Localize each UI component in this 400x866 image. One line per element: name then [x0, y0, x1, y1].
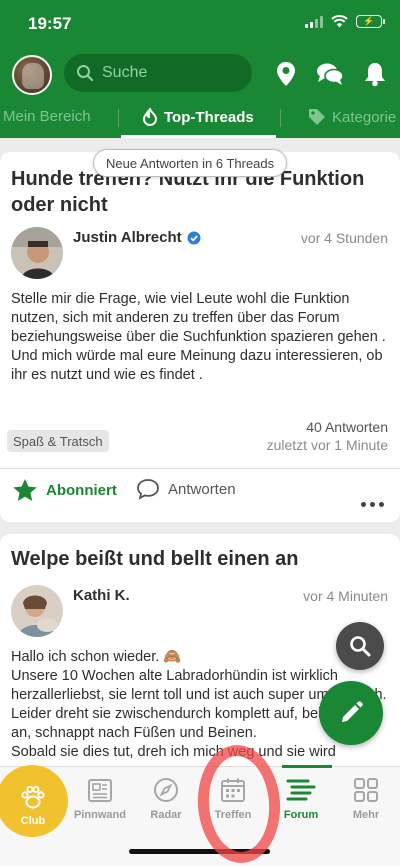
battery-icon: ⚡: [356, 15, 385, 28]
tab-top-threads-label: Top-Threads: [164, 108, 254, 126]
nav-radar-label: Radar: [150, 809, 182, 821]
post-time: vor 4 Minuten: [303, 588, 388, 604]
tab-divider: [280, 109, 281, 127]
search-placeholder: Suche: [102, 64, 148, 81]
nav-club-label: Club: [20, 815, 46, 827]
new-thread-fab[interactable]: [319, 681, 383, 745]
tab-kategorien-label: Kategorie: [332, 108, 397, 126]
active-nav-indicator: [282, 765, 332, 768]
post-body[interactable]: Stelle mir die Frage, wie viel Leute woh…: [11, 290, 389, 385]
nav-mehr-label: Mehr: [352, 809, 380, 821]
reply-label: Antworten: [168, 480, 236, 498]
grid-icon: [354, 778, 378, 802]
nav-club[interactable]: Club: [0, 785, 66, 827]
status-bar: 19:57 ⚡: [0, 0, 400, 46]
author-photo: [11, 585, 63, 637]
paw-icon: [21, 785, 45, 809]
author-name-label: Kathi K.: [73, 587, 130, 604]
nav-mehr[interactable]: Mehr: [333, 777, 399, 821]
nav-radar[interactable]: Radar: [133, 777, 199, 821]
author-name-label: Justin Albrecht: [73, 229, 182, 246]
star-icon: [13, 479, 37, 501]
nav-pinnwand-label: Pinnwand: [74, 809, 126, 821]
status-icons: ⚡: [305, 15, 385, 28]
subscribed-button[interactable]: Abonniert: [12, 478, 117, 502]
nav-pinnwand[interactable]: Pinnwand: [67, 777, 133, 821]
location-pin-icon[interactable]: [276, 61, 296, 87]
top-bar: Suche: [0, 46, 400, 102]
thread-card[interactable]: Hunde treffen? Nutzt ihr die Funktion od…: [0, 152, 400, 522]
verified-badge-icon: [187, 231, 201, 244]
search-input[interactable]: Suche: [64, 54, 252, 92]
tab-mein-bereich-label: Mein Bereich: [3, 108, 91, 125]
author-photo: [11, 227, 63, 279]
category-tag[interactable]: Spaß & Tratsch: [7, 430, 109, 452]
search-fab[interactable]: [336, 622, 384, 670]
tab-mein-bereich[interactable]: Mein Bereich: [3, 108, 91, 125]
search-icon: [350, 636, 371, 657]
reply-count: 40 Antworten: [306, 419, 388, 435]
pencil-icon: [342, 701, 363, 722]
chat-icon[interactable]: [316, 62, 344, 86]
more-options-icon[interactable]: [361, 502, 384, 507]
thread-stats: 40 Antworten zuletzt vor 1 Minute: [267, 418, 388, 454]
forum-icon: [286, 779, 316, 801]
author-avatar[interactable]: [11, 585, 63, 637]
top-icons: [276, 61, 386, 87]
tab-top-threads[interactable]: Top-Threads: [142, 108, 254, 126]
post-time: vor 4 Stunden: [300, 230, 388, 246]
author-name[interactable]: Kathi K.: [73, 587, 130, 604]
user-avatar[interactable]: [12, 55, 52, 95]
tab-divider: [118, 109, 119, 127]
tabs-bar: Mein Bereich Top-Threads Kategorie: [0, 102, 400, 138]
battery-charging-icon: ⚡: [363, 16, 375, 26]
flame-icon: [142, 108, 158, 126]
comment-icon: [137, 479, 159, 500]
thread-title[interactable]: Welpe beißt und bellt einen an: [11, 546, 381, 572]
nav-forum-label: Forum: [283, 809, 319, 821]
compass-icon: [154, 778, 178, 802]
new-replies-notice[interactable]: Neue Antworten in 6 Threads: [93, 149, 288, 177]
tag-icon: [309, 109, 325, 125]
status-time: 19:57: [28, 14, 72, 33]
signal-icon: [305, 15, 323, 28]
last-reply-time: zuletzt vor 1 Minute: [266, 437, 388, 453]
author-avatar[interactable]: [11, 227, 63, 279]
thread-feed[interactable]: Neue Antworten in 6 Threads Hunde treffe…: [0, 138, 400, 766]
bell-icon[interactable]: [364, 61, 386, 87]
search-icon: [77, 65, 94, 82]
divider: [0, 468, 400, 469]
wifi-icon: [331, 15, 348, 28]
author-name[interactable]: Justin Albrecht: [73, 229, 201, 246]
pinboard-icon: [88, 779, 112, 802]
reply-button[interactable]: Antworten: [136, 478, 236, 500]
tab-kategorien[interactable]: Kategorie: [308, 108, 396, 126]
subscribed-label: Abonniert: [46, 481, 117, 499]
